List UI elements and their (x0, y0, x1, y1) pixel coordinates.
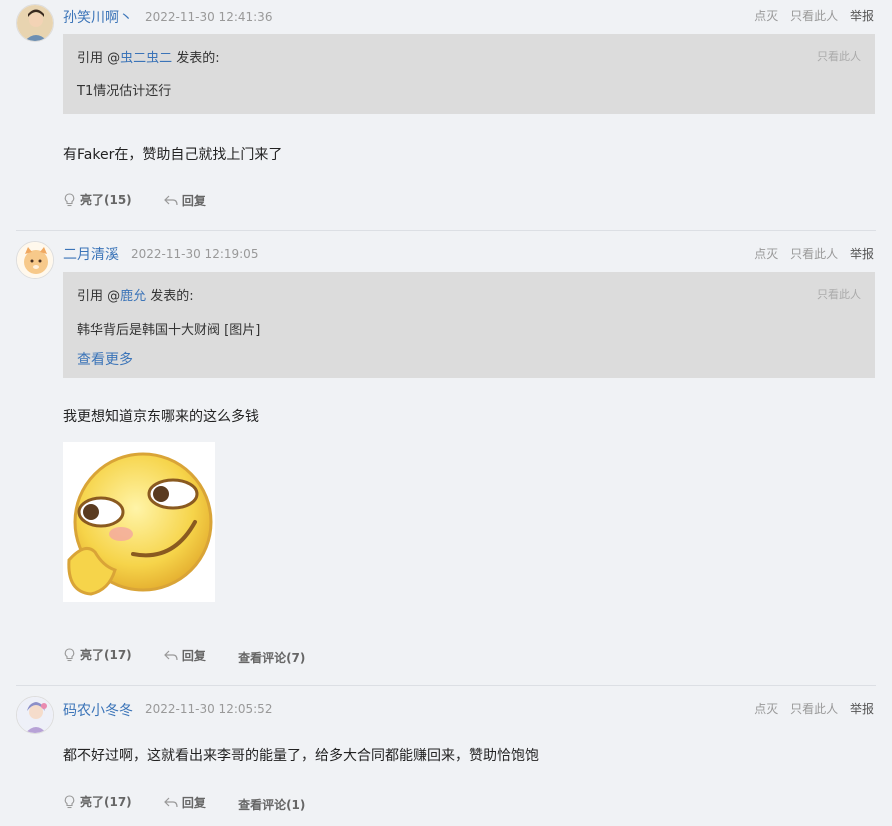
quote-header: 引用 @鹿允 发表的: (77, 289, 194, 304)
post-footer: 亮了(17) 回复 查看评论(1) (63, 793, 333, 813)
post-divider (16, 685, 876, 686)
quote-author-link[interactable]: 鹿允 (120, 289, 146, 304)
quote-text: T1情况估计还行 (77, 84, 172, 99)
dim-link[interactable]: 点灭 (754, 9, 778, 23)
username[interactable]: 二月清溪 (63, 244, 119, 264)
lightbulb-icon (64, 647, 75, 661)
lightbulb-icon (64, 192, 75, 206)
reply-icon (164, 797, 178, 807)
avatar[interactable] (16, 4, 54, 42)
avatar[interactable] (16, 241, 54, 279)
post-footer: 亮了(17) 回复 查看评论(7) (63, 646, 333, 666)
avatar[interactable] (16, 696, 54, 734)
emoji-image[interactable] (63, 442, 215, 602)
post-actions: 点灭 只看此人 举报 (754, 700, 874, 717)
report-link[interactable]: 举报 (850, 9, 874, 23)
view-comments-button[interactable]: 查看评论(1) (238, 796, 305, 813)
report-link[interactable]: 举报 (850, 247, 874, 261)
quote-only-this-link[interactable]: 只看此人 (817, 286, 861, 302)
only-this-link[interactable]: 只看此人 (790, 9, 838, 23)
username[interactable]: 码农小冬冬 (63, 700, 133, 720)
quote-see-more-link[interactable]: 查看更多 (77, 349, 133, 369)
like-button[interactable]: 亮了(15) (63, 191, 132, 208)
quote-block: 引用 @鹿允 发表的: 只看此人 韩华背后是韩国十大财阀 [图片] 查看更多 (63, 272, 875, 378)
like-button[interactable]: 亮了(17) (63, 793, 132, 810)
quote-text: 韩华背后是韩国十大财阀 [图片] (77, 323, 261, 338)
dim-link[interactable]: 点灭 (754, 702, 778, 716)
reply-button[interactable]: 回复 (164, 647, 206, 664)
quote-author-link[interactable]: 虫二虫二 (120, 51, 172, 66)
dim-link[interactable]: 点灭 (754, 247, 778, 261)
reply-icon (164, 195, 178, 205)
only-this-link[interactable]: 只看此人 (790, 702, 838, 716)
like-button[interactable]: 亮了(17) (63, 646, 132, 663)
post-actions: 点灭 只看此人 举报 (754, 245, 874, 262)
quote-block: 引用 @虫二虫二 发表的: 只看此人 T1情况估计还行 (63, 34, 875, 114)
reply-button[interactable]: 回复 (164, 794, 206, 811)
report-link[interactable]: 举报 (850, 702, 874, 716)
lightbulb-icon (64, 794, 75, 808)
post-actions: 点灭 只看此人 举报 (754, 7, 874, 24)
post-content: 都不好过啊，这就看出来李哥的能量了，给多大合同都能赚回来，赞助恰饱饱 (63, 748, 539, 764)
post-time: 2022-11-30 12:41:36 (145, 10, 273, 24)
view-comments-button[interactable]: 查看评论(7) (238, 649, 305, 666)
reply-icon (164, 650, 178, 660)
username[interactable]: 孙笑川啊丶 (63, 7, 133, 27)
post-time: 2022-11-30 12:05:52 (145, 702, 273, 716)
quote-header: 引用 @虫二虫二 发表的: (77, 51, 220, 66)
only-this-link[interactable]: 只看此人 (790, 247, 838, 261)
post-divider (16, 230, 876, 231)
quote-only-this-link[interactable]: 只看此人 (817, 48, 861, 64)
post-content: 我更想知道京东哪来的这么多钱 (63, 409, 259, 425)
reply-button[interactable]: 回复 (164, 192, 206, 209)
post-time: 2022-11-30 12:19:05 (131, 247, 259, 261)
post-footer: 亮了(15) 回复 (63, 191, 234, 210)
post-content: 有Faker在，赞助自己就找上门来了 (63, 147, 283, 163)
